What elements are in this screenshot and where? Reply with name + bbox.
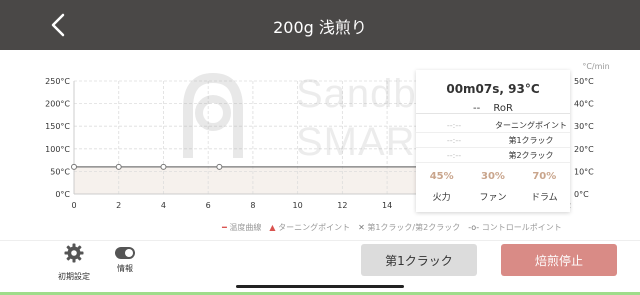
settings-label: 初期設定 (58, 272, 90, 281)
control-stats: 45% 火力 30% ファン 70% ドラム (416, 171, 570, 203)
event-time: --:-- (446, 120, 462, 130)
legend-label: 温度曲線 (229, 223, 262, 232)
current-temp: 00m07s, 93°C (446, 82, 540, 96)
panel-header: 00m07s, 93°C -- RoR (416, 70, 570, 114)
y-tick-label-left: 150°C (45, 122, 70, 131)
event-time: --:-- (446, 135, 462, 145)
stop-roast-button[interactable]: 焙煎停止 (501, 244, 617, 276)
event-row-second-crack: --:-- 第2クラック (416, 148, 570, 163)
event-label: 第1クラック (508, 135, 554, 145)
cross-marker-icon: ✕ (358, 223, 365, 232)
x-tick-label: 4 (161, 201, 166, 210)
ror-value: -- (473, 103, 481, 114)
x-tick-label: 12 (337, 201, 347, 210)
event-label: ターニングポイント (495, 120, 567, 130)
control-point-marker (71, 163, 77, 170)
x-tick-label: 10 (293, 201, 303, 210)
x-tick-label: 2 (116, 201, 121, 210)
x-tick-label: 0 (71, 201, 76, 210)
ror-label: RoR (493, 103, 513, 114)
y-tick-label-right: 10°C (574, 167, 594, 176)
y-tick-label-left: 250°C (45, 77, 70, 86)
x-tick-label: 8 (250, 201, 255, 210)
line-marker-icon: ━ (222, 223, 227, 232)
gear-icon (64, 243, 84, 263)
toggle-switch-icon (115, 247, 135, 259)
legend-crack: ✕ 第1クラック/第2クラック (358, 222, 460, 233)
stat-fan[interactable]: 30% ファン (467, 171, 518, 203)
legend-control-point: -o- コントロールポイント (468, 222, 562, 233)
legend-turning-point: ▲ ターニングポイント (269, 222, 350, 233)
x-tick-label: 6 (206, 201, 211, 210)
stat-heat[interactable]: 45% 火力 (416, 171, 467, 203)
legend-temp-curve: ━ 温度曲線 (222, 222, 261, 233)
y-tick-label-left: 0°C (55, 190, 70, 199)
first-crack-button[interactable]: 第1クラック (361, 244, 477, 276)
event-label: 第2クラック (508, 150, 554, 160)
stat-percent: 30% (481, 171, 505, 182)
roast-info-panel: 00m07s, 93°C -- RoR --:-- ターニングポイント --:-… (416, 70, 570, 212)
event-rows: --:-- ターニングポイント --:-- 第1クラック --:-- 第2クラッ… (416, 114, 570, 163)
y-tick-label-left: 100°C (45, 145, 70, 154)
legend-label: ターニングポイント (278, 223, 351, 232)
legend-label: コントロールポイント (481, 223, 562, 232)
home-indicator (236, 285, 404, 288)
event-row-turning: --:-- ターニングポイント (416, 118, 570, 133)
stat-label: 火力 (432, 193, 451, 203)
y-tick-label-left: 50°C (50, 167, 70, 176)
y-tick-label-right: 50°C (574, 77, 594, 86)
legend-label: 第1クラック/第2クラック (367, 223, 461, 232)
info-label: 情報 (117, 264, 133, 273)
event-row-first-crack: --:-- 第1クラック (416, 133, 570, 148)
right-axis-unit: °C/min (582, 62, 609, 71)
y-tick-label-right: 0°C (574, 190, 589, 199)
control-point-marker (115, 163, 122, 170)
info-toggle[interactable]: 情報 (110, 243, 140, 274)
stat-label: ドラム (530, 193, 558, 203)
stat-percent: 70% (532, 171, 557, 182)
page-title: 200g 浅煎り (273, 18, 367, 37)
control-point-marker (160, 163, 167, 170)
y-tick-label-left: 200°C (45, 100, 70, 109)
chart-legend: ━ 温度曲線 ▲ ターニングポイント ✕ 第1クラック/第2クラック -o- コ… (222, 222, 562, 233)
triangle-marker-icon: ▲ (269, 223, 276, 232)
settings-button[interactable]: 初期設定 (56, 243, 92, 282)
dot-marker-icon: -o- (468, 223, 480, 232)
control-point-marker (216, 163, 223, 170)
y-tick-label-right: 30°C (574, 122, 594, 131)
stat-label: ファン (479, 193, 507, 203)
ror-readout: -- RoR (416, 103, 570, 114)
event-time: --:-- (446, 150, 462, 160)
y-tick-label-right: 20°C (574, 145, 594, 154)
x-tick-label: 14 (382, 201, 392, 210)
stat-percent: 45% (429, 171, 454, 182)
stat-drum[interactable]: 70% ドラム (519, 171, 570, 203)
y-tick-label-right: 40°C (574, 100, 594, 109)
top-bar: 200g 浅煎り (0, 0, 640, 50)
